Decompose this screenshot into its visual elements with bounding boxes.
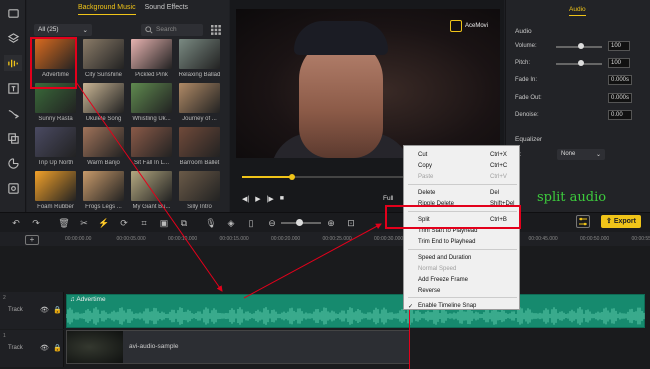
- menu-separator: [408, 297, 517, 298]
- menu-item-copy[interactable]: Copy: [418, 163, 432, 169]
- arrow-to-clip: [75, 81, 223, 292]
- check-icon: ✓: [408, 304, 414, 310]
- menu-shortcut: Ctrl+V: [490, 174, 507, 180]
- menu-shortcut: Del: [490, 190, 500, 196]
- split-highlight: [385, 205, 521, 229]
- menu-item-trim-end-to-playhead[interactable]: Trim End to Playhead: [418, 239, 475, 245]
- menu-separator: [408, 184, 517, 185]
- menu-item-delete[interactable]: Delete: [418, 190, 435, 196]
- annotation-arrows: [75, 81, 382, 299]
- menu-item-cut[interactable]: Cut: [418, 152, 427, 158]
- menu-item-normal-speed: Normal Speed: [418, 266, 457, 272]
- menu-item-reverse[interactable]: Reverse: [418, 288, 440, 294]
- arrow-to-split: [243, 223, 382, 299]
- menu-shortcut: Ctrl+X: [490, 152, 507, 158]
- menu-item-add-freeze-frame[interactable]: Add Freeze Frame: [418, 277, 468, 283]
- menu-item-speed-and-duration[interactable]: Speed and Duration: [418, 255, 471, 261]
- menu-item-paste: Paste: [418, 174, 434, 180]
- menu-shortcut: Ctrl+C: [490, 163, 508, 169]
- menu-item-enable-timeline-snap[interactable]: Enable Timeline Snap: [418, 303, 476, 309]
- menu-separator: [408, 249, 517, 250]
